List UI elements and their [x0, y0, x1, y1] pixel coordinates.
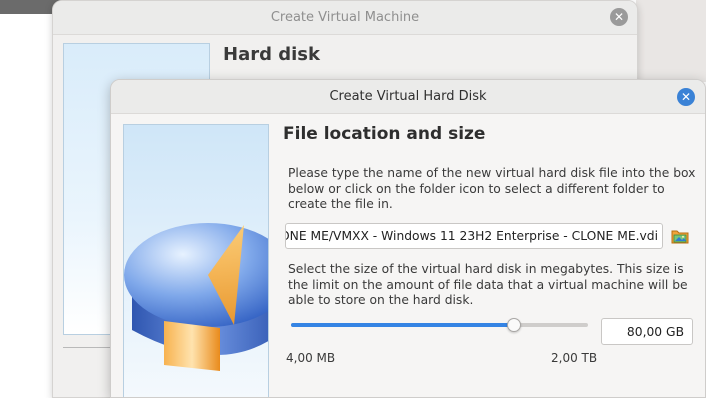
disk-size-value: 80,00 GB: [626, 324, 684, 339]
file-path-value: CLONE ME/VMXX - Windows 11 23H2 Enterpri…: [285, 229, 658, 243]
location-description: Please type the name of the new virtual …: [288, 166, 696, 211]
close-icon[interactable]: ✕: [677, 88, 695, 106]
create-virtual-hard-disk-window: Create Virtual Hard Disk ✕ File location…: [110, 79, 706, 398]
disk-size-slider[interactable]: [291, 318, 588, 332]
page-heading: Hard disk: [223, 44, 320, 65]
window-titlebar[interactable]: Create Virtual Machine ✕: [53, 1, 637, 35]
close-icon[interactable]: ✕: [610, 8, 628, 26]
slider-handle[interactable]: [507, 318, 521, 332]
desktop-background-right: [636, 0, 706, 82]
slider-min-label: 4,00 MB: [286, 351, 336, 365]
size-description: Select the size of the virtual hard disk…: [288, 262, 688, 307]
slider-fill: [291, 323, 514, 327]
file-path-field[interactable]: CLONE ME/VMXX - Windows 11 23H2 Enterpri…: [285, 223, 663, 249]
folder-icon[interactable]: [670, 226, 690, 246]
window-title: Create Virtual Machine: [270, 10, 420, 25]
hard-disk-illustration-icon: [124, 223, 268, 371]
disk-size-field[interactable]: 80,00 GB: [601, 318, 693, 345]
page-heading: File location and size: [283, 124, 486, 144]
wizard-illustration: [123, 124, 269, 397]
window-title: Create Virtual Hard Disk: [329, 89, 487, 104]
window-titlebar[interactable]: Create Virtual Hard Disk ✕: [111, 80, 705, 114]
slider-max-label: 2,00 TB: [551, 351, 598, 365]
